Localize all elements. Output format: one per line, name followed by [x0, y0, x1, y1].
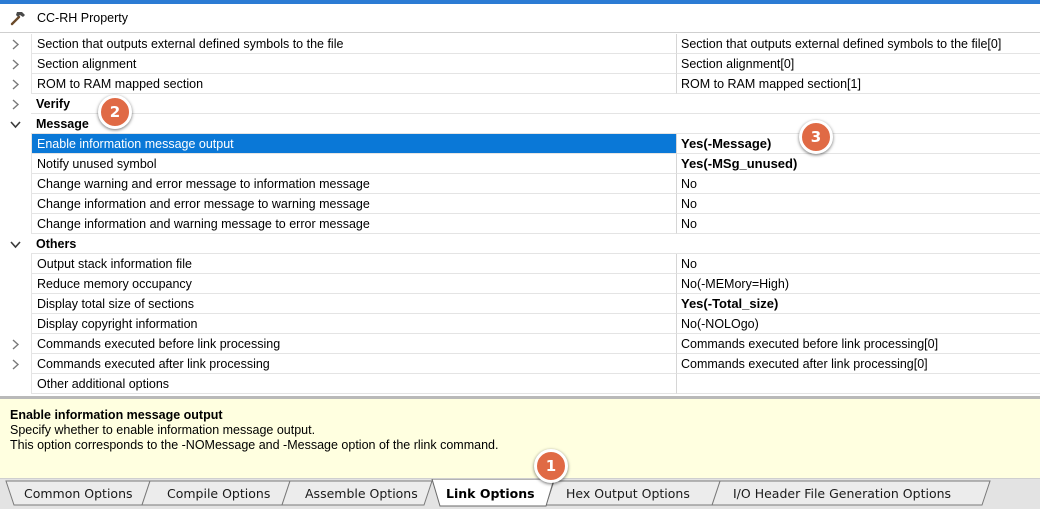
property-name[interactable]: Display copyright information	[31, 314, 676, 334]
description-line-2: This option corresponds to the -NOMessag…	[10, 438, 499, 452]
property-row[interactable]: Commands executed before link processing…	[0, 334, 1040, 354]
property-row[interactable]: Section alignment Section alignment[0]	[0, 54, 1040, 74]
category-label[interactable]: Message	[31, 114, 1040, 134]
callout-badge-1: 1	[534, 449, 568, 483]
category-label[interactable]: Verify	[31, 94, 1040, 114]
tab-link-options[interactable]: Link Options	[446, 483, 535, 505]
row-gutter	[0, 34, 31, 54]
row-gutter	[0, 314, 31, 334]
property-description: Enable information message output Specif…	[0, 396, 1040, 478]
tab-io-header-file-generation-options[interactable]: I/O Header File Generation Options	[733, 483, 951, 505]
property-row[interactable]: Change warning and error message to info…	[0, 174, 1040, 194]
property-row[interactable]: Display copyright information No(-NOLOgo)	[0, 314, 1040, 334]
chevron-right-icon[interactable]	[11, 58, 20, 70]
property-value[interactable]: No	[676, 194, 1040, 214]
property-value[interactable]: Commands executed before link processing…	[676, 334, 1040, 354]
description-line-1: Specify whether to enable information me…	[10, 423, 316, 437]
property-value[interactable]: No	[676, 174, 1040, 194]
row-gutter	[0, 254, 31, 274]
property-row[interactable]: Display total size of sections Yes(-Total…	[0, 294, 1040, 314]
row-gutter	[0, 134, 31, 154]
chevron-down-icon[interactable]	[10, 240, 21, 249]
property-panel-titlebar: CC-RH Property	[0, 4, 1040, 33]
property-name[interactable]: Section alignment	[31, 54, 676, 74]
property-value[interactable]: Section alignment[0]	[676, 54, 1040, 74]
row-gutter	[0, 234, 31, 254]
property-value[interactable]: Yes(-Message)	[676, 134, 1040, 154]
row-gutter	[0, 214, 31, 234]
property-value[interactable]: No(-NOLOgo)	[676, 314, 1040, 334]
property-row[interactable]: ROM to RAM mapped section ROM to RAM mapp…	[0, 74, 1040, 94]
property-row[interactable]: Other additional options	[0, 374, 1040, 394]
property-value[interactable]: Yes(-MSg_unused)	[676, 154, 1040, 174]
category-row[interactable]: Message	[0, 114, 1040, 134]
row-gutter	[0, 174, 31, 194]
property-row[interactable]: Notify unused symbol Yes(-MSg_unused)	[0, 154, 1040, 174]
property-grid: Section that outputs external defined sy…	[0, 34, 1040, 396]
row-gutter	[0, 74, 31, 94]
property-value[interactable]: No	[676, 254, 1040, 274]
property-value[interactable]: Section that outputs external defined sy…	[676, 34, 1040, 54]
property-row[interactable]: Commands executed after link processing C…	[0, 354, 1040, 374]
tab-hex-output-options[interactable]: Hex Output Options	[566, 483, 690, 505]
property-value[interactable]: Commands executed after link processing[…	[676, 354, 1040, 374]
chevron-right-icon[interactable]	[11, 358, 20, 370]
row-gutter	[0, 114, 31, 134]
property-row[interactable]: Output stack information file No	[0, 254, 1040, 274]
property-name[interactable]: Reduce memory occupancy	[31, 274, 676, 294]
chevron-right-icon[interactable]	[11, 78, 20, 90]
tab-assemble-options[interactable]: Assemble Options	[305, 483, 418, 505]
property-row[interactable]: Reduce memory occupancy No(-MEMory=High)	[0, 274, 1040, 294]
property-row[interactable]: Enable information message output Yes(-Me…	[0, 134, 1040, 154]
panel-title: CC-RH Property	[37, 11, 128, 25]
property-row[interactable]: Change information and error message to …	[0, 194, 1040, 214]
property-row[interactable]: Change information and warning message t…	[0, 214, 1040, 234]
property-name[interactable]: Display total size of sections	[31, 294, 676, 314]
row-gutter	[0, 374, 31, 394]
property-name[interactable]: Section that outputs external defined sy…	[31, 34, 676, 54]
property-name[interactable]: Change information and warning message t…	[31, 214, 676, 234]
hammer-icon	[8, 8, 28, 28]
property-name[interactable]: Output stack information file	[31, 254, 676, 274]
property-value[interactable]: No(-MEMory=High)	[676, 274, 1040, 294]
row-gutter	[0, 334, 31, 354]
property-value[interactable]: No	[676, 214, 1040, 234]
property-value[interactable]: Yes(-Total_size)	[676, 294, 1040, 314]
row-gutter	[0, 354, 31, 374]
tab-common-options[interactable]: Common Options	[24, 483, 133, 505]
chevron-right-icon[interactable]	[11, 98, 20, 110]
description-title: Enable information message output	[10, 408, 223, 422]
callout-badge-3: 3	[799, 120, 833, 154]
category-label[interactable]: Others	[31, 234, 1040, 254]
property-name[interactable]: ROM to RAM mapped section	[31, 74, 676, 94]
row-gutter	[0, 94, 31, 114]
property-name[interactable]: Notify unused symbol	[31, 154, 676, 174]
row-gutter	[0, 194, 31, 214]
property-value[interactable]	[676, 374, 1040, 394]
category-row[interactable]: Others	[0, 234, 1040, 254]
chevron-down-icon[interactable]	[10, 120, 21, 129]
property-name[interactable]: Commands executed before link processing	[31, 334, 676, 354]
row-gutter	[0, 274, 31, 294]
property-row[interactable]: Section that outputs external defined sy…	[0, 34, 1040, 54]
property-name[interactable]: Commands executed after link processing	[31, 354, 676, 374]
row-gutter	[0, 154, 31, 174]
property-name[interactable]: Change information and error message to …	[31, 194, 676, 214]
property-name[interactable]: Enable information message output	[31, 134, 676, 154]
property-name[interactable]: Other additional options	[31, 374, 676, 394]
property-name[interactable]: Change warning and error message to info…	[31, 174, 676, 194]
property-value[interactable]: ROM to RAM mapped section[1]	[676, 74, 1040, 94]
tab-compile-options[interactable]: Compile Options	[167, 483, 270, 505]
options-tab-bar: Common Options Compile Options Assemble …	[0, 478, 1040, 509]
chevron-right-icon[interactable]	[11, 38, 20, 50]
callout-badge-2: 2	[98, 95, 132, 129]
category-row[interactable]: Verify	[0, 94, 1040, 114]
chevron-right-icon[interactable]	[11, 338, 20, 350]
row-gutter	[0, 294, 31, 314]
row-gutter	[0, 54, 31, 74]
